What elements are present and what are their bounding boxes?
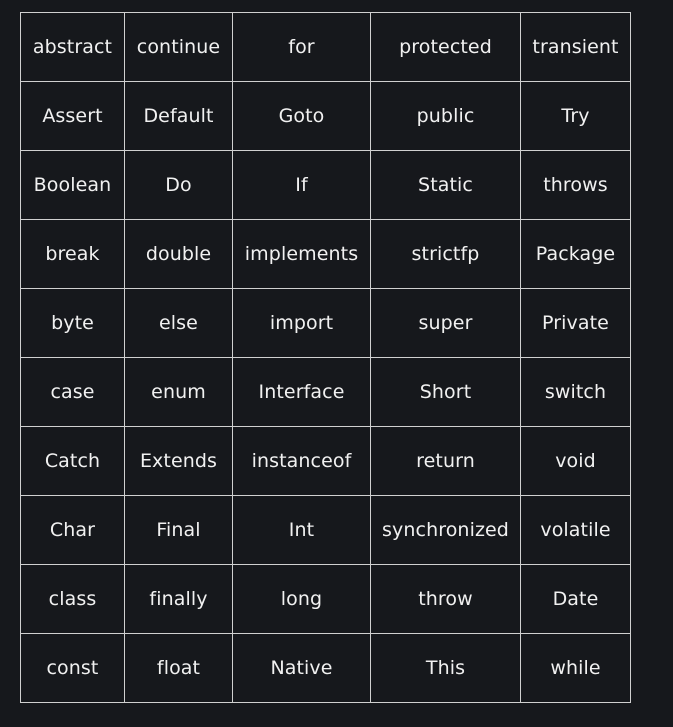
table-row: Catch Extends instanceof return void	[20, 426, 631, 496]
table-row: Assert Default Goto public Try	[20, 81, 631, 151]
table-cell: super	[370, 288, 521, 358]
table-cell: enum	[124, 357, 233, 427]
table-cell: Catch	[20, 426, 125, 496]
table-cell: const	[20, 633, 125, 703]
table-cell: Interface	[232, 357, 371, 427]
table-cell: class	[20, 564, 125, 634]
table-cell: protected	[370, 12, 521, 82]
table-row: byte else import super Private	[20, 288, 631, 358]
table-cell: synchronized	[370, 495, 521, 565]
table-cell: byte	[20, 288, 125, 358]
table-cell: import	[232, 288, 371, 358]
table-row: case enum Interface Short switch	[20, 357, 631, 427]
table-row: const float Native This while	[20, 633, 631, 703]
table-cell: instanceof	[232, 426, 371, 496]
table-cell: Char	[20, 495, 125, 565]
table-cell: Default	[124, 81, 233, 151]
table-cell: finally	[124, 564, 233, 634]
table-cell: float	[124, 633, 233, 703]
table-cell: If	[232, 150, 371, 220]
table-cell: This	[370, 633, 521, 703]
table-cell: Assert	[20, 81, 125, 151]
table-cell: switch	[520, 357, 631, 427]
keywords-table: abstract continue for protected transien…	[20, 12, 631, 703]
table-cell: Do	[124, 150, 233, 220]
table-cell: double	[124, 219, 233, 289]
table-cell: else	[124, 288, 233, 358]
table-cell: transient	[520, 12, 631, 82]
table-cell: Date	[520, 564, 631, 634]
table-cell: Static	[370, 150, 521, 220]
table-cell: Private	[520, 288, 631, 358]
table-cell: return	[370, 426, 521, 496]
table-cell: Package	[520, 219, 631, 289]
table-cell: Boolean	[20, 150, 125, 220]
table-cell: strictfp	[370, 219, 521, 289]
table-row: break double implements strictfp Package	[20, 219, 631, 289]
table-cell: public	[370, 81, 521, 151]
keywords-table-container: abstract continue for protected transien…	[20, 12, 631, 703]
table-cell: Int	[232, 495, 371, 565]
table-cell: Goto	[232, 81, 371, 151]
table-row: Char Final Int synchronized volatile	[20, 495, 631, 565]
table-cell: for	[232, 12, 371, 82]
table-cell: volatile	[520, 495, 631, 565]
table-cell: Short	[370, 357, 521, 427]
table-cell: Native	[232, 633, 371, 703]
table-cell: case	[20, 357, 125, 427]
table-cell: Try	[520, 81, 631, 151]
table-cell: throw	[370, 564, 521, 634]
table-cell: Extends	[124, 426, 233, 496]
table-cell: void	[520, 426, 631, 496]
table-cell: abstract	[20, 12, 125, 82]
table-cell: long	[232, 564, 371, 634]
table-cell: throws	[520, 150, 631, 220]
table-cell: continue	[124, 12, 233, 82]
table-cell: Final	[124, 495, 233, 565]
table-cell: while	[520, 633, 631, 703]
table-cell: break	[20, 219, 125, 289]
table-row: class finally long throw Date	[20, 564, 631, 634]
table-cell: implements	[232, 219, 371, 289]
table-row: abstract continue for protected transien…	[20, 12, 631, 82]
table-row: Boolean Do If Static throws	[20, 150, 631, 220]
